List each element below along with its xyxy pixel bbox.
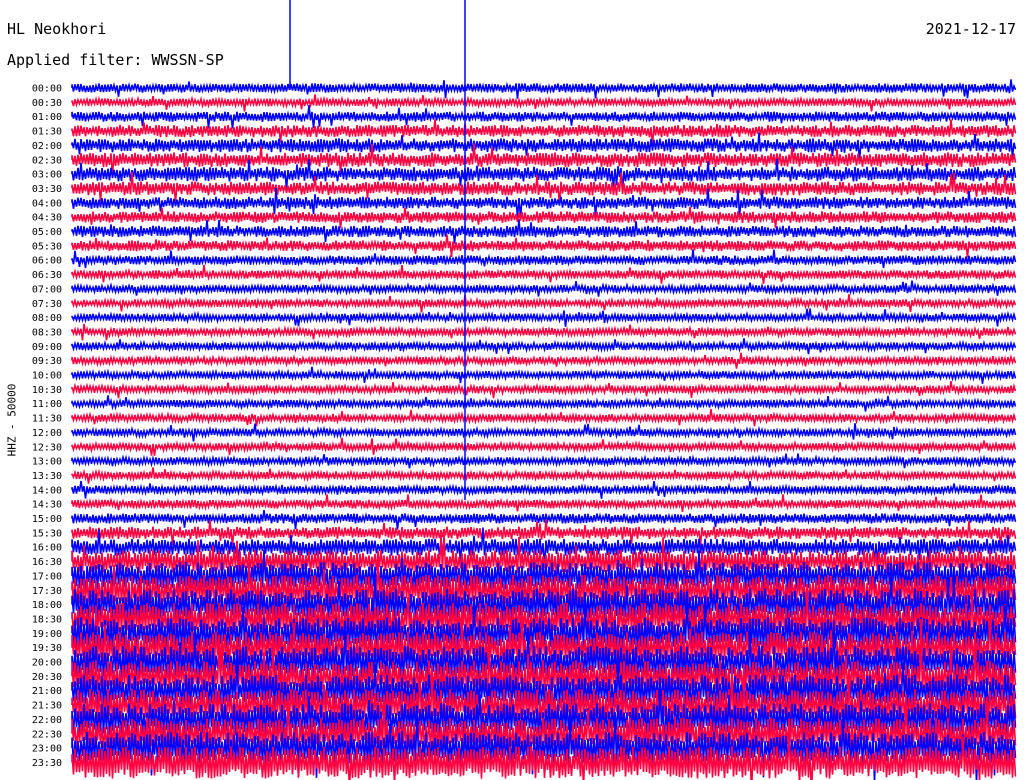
- trace-row: [71, 395, 1017, 412]
- trace-row: [71, 338, 1017, 355]
- row-time-label: 04:30: [32, 213, 62, 224]
- row-time-label: 17:00: [32, 571, 62, 582]
- trace-row: [71, 467, 1017, 484]
- row-time-label: 14:30: [32, 500, 62, 511]
- row-time-label: 07:30: [32, 299, 62, 310]
- row-time-label: 03:30: [32, 184, 62, 195]
- trace-row: [71, 206, 1017, 228]
- row-time-label: 13:00: [32, 457, 62, 468]
- row-time-label: 13:30: [32, 471, 62, 482]
- trace-row: [71, 323, 1017, 341]
- trace-row: [71, 494, 1017, 513]
- row-time-label: 18:00: [32, 600, 62, 611]
- trace-row: [71, 105, 1017, 129]
- trace-row: [71, 79, 1017, 99]
- row-time-label: 09:00: [32, 342, 62, 353]
- row-time-label: 02:00: [32, 141, 62, 152]
- row-time-label: 10:00: [32, 371, 62, 382]
- row-time-label: 22:00: [32, 715, 62, 726]
- trace-row: [71, 366, 1017, 384]
- row-time-label: 23:00: [32, 744, 62, 755]
- row-time-label: 05:30: [32, 241, 62, 252]
- trace-row: [71, 423, 1017, 442]
- row-time-label: 00:30: [32, 98, 62, 109]
- row-time-label: 20:00: [32, 658, 62, 669]
- trace-row: [71, 352, 1017, 369]
- row-time-label: 08:30: [32, 327, 62, 338]
- trace-row: [71, 264, 1017, 284]
- row-time-label: 17:30: [32, 586, 62, 597]
- row-time-label: 11:00: [32, 399, 62, 410]
- row-time-label: 16:00: [32, 543, 62, 554]
- row-time-label: 19:00: [32, 629, 62, 640]
- row-time-label: 19:30: [32, 643, 62, 654]
- row-time-label: 08:00: [32, 313, 62, 324]
- row-time-label: 14:00: [32, 485, 62, 496]
- row-time-label: 12:30: [32, 442, 62, 453]
- trace-row: [71, 453, 1017, 469]
- row-time-label: 07:00: [32, 284, 62, 295]
- trace-row: [71, 480, 1017, 499]
- trace-row: [71, 437, 1017, 456]
- row-time-label: 02:30: [32, 155, 62, 166]
- trace-row: [71, 308, 1017, 327]
- trace-row: [71, 234, 1017, 258]
- seismogram-plot: 00:00 00:30 01:00 01:30 02:00 02:30 03:00 03:30…: [32, 0, 1017, 780]
- row-time-label: 03:00: [32, 170, 62, 181]
- trace-row: [71, 408, 1017, 427]
- row-time-label: 01:00: [32, 112, 62, 123]
- row-time-label: 21:30: [32, 701, 62, 712]
- row-time-label: 12:00: [32, 428, 62, 439]
- trace-row: [71, 94, 1017, 112]
- row-time-label: 16:30: [32, 557, 62, 568]
- trace-row: [71, 280, 1017, 297]
- trace-row: [71, 509, 1017, 530]
- trace-row: [71, 249, 1017, 269]
- row-time-label: 05:00: [32, 227, 62, 238]
- row-time-label: 04:00: [32, 198, 62, 209]
- trace-row: [71, 294, 1017, 313]
- row-time-label: 01:30: [32, 127, 62, 138]
- trace-row: [71, 219, 1017, 244]
- row-time-label: 20:30: [32, 672, 62, 683]
- row-time-label: 21:00: [32, 686, 62, 697]
- row-time-label: 18:30: [32, 614, 62, 625]
- row-time-label: 10:30: [32, 385, 62, 396]
- row-time-label: 00:00: [32, 84, 62, 95]
- row-time-label: 06:30: [32, 270, 62, 281]
- row-time-label: 09:30: [32, 356, 62, 367]
- row-time-label: 15:00: [32, 514, 62, 525]
- row-time-label: 06:00: [32, 256, 62, 267]
- row-time-label: 23:30: [32, 758, 62, 769]
- trace-row: [71, 380, 1017, 399]
- row-time-label: 15:30: [32, 528, 62, 539]
- row-time-label: 11:30: [32, 414, 62, 425]
- row-time-label: 22:30: [32, 729, 62, 740]
